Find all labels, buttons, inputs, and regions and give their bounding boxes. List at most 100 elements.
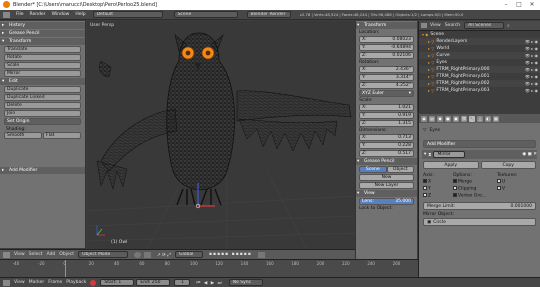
- scale-y-field[interactable]: Y: 0.919: [359, 112, 414, 119]
- transform-panel-header[interactable]: Transform: [356, 22, 417, 29]
- flat-button[interactable]: Flat: [43, 132, 81, 139]
- pivot-icon[interactable]: [143, 251, 151, 258]
- grease-object-tab[interactable]: Object: [386, 166, 414, 173]
- object-tab-icon[interactable]: ▣: [453, 115, 459, 122]
- scene-tab-icon[interactable]: ◆: [437, 115, 443, 122]
- render-engine-selector[interactable]: Blender Render: [246, 11, 291, 18]
- rotation-z-field[interactable]: Z: 4.252°: [359, 82, 414, 89]
- viewport-add-menu[interactable]: Add: [47, 252, 56, 257]
- menu-render[interactable]: Render: [30, 12, 46, 17]
- collapse-icon[interactable]: ▾: [424, 152, 426, 157]
- panel-grease-pencil[interactable]: Grease Pencil: [0, 30, 85, 37]
- world-tab-icon[interactable]: ●: [445, 115, 451, 122]
- mirror-object-field[interactable]: ▣ Circle: [423, 218, 536, 226]
- smooth-button[interactable]: Smooth: [4, 132, 42, 139]
- operator-panel[interactable]: Add Modifier: [0, 167, 85, 174]
- scene-selector[interactable]: Scene: [173, 11, 238, 18]
- render-tab-icon[interactable]: ◉: [421, 115, 427, 122]
- modifiers-tab-icon[interactable]: 🔧: [469, 115, 475, 122]
- duplicate-linked-button[interactable]: Duplicate Linked: [4, 94, 81, 101]
- dimensions-z-field[interactable]: Z: 0.517: [359, 150, 414, 157]
- copy-button[interactable]: Copy: [480, 161, 536, 169]
- dimensions-x-field[interactable]: X: 0.713: [359, 134, 414, 141]
- view-panel-header[interactable]: View: [356, 190, 417, 197]
- outliner-visibility-icons[interactable]: 👁 ▸ ◉: [520, 80, 538, 87]
- outliner-item[interactable]: ▾ ◆ Scene: [419, 31, 540, 38]
- timeline-marker-menu[interactable]: Marker: [29, 280, 45, 285]
- sync-mode-selector[interactable]: No Sync: [228, 279, 263, 286]
- close-button[interactable]: ✕: [526, 1, 538, 9]
- outliner-item[interactable]: ▸ ▽ FTRM_RightPrimary.001 👁 ▸ ◉: [419, 73, 540, 80]
- snap-icon[interactable]: [257, 251, 265, 258]
- axis-x-checkbox[interactable]: X: [423, 179, 453, 186]
- apply-button[interactable]: Apply: [423, 161, 479, 169]
- timeline-frame-menu[interactable]: Frame: [48, 280, 62, 285]
- end-frame-field[interactable]: End: 250: [136, 279, 171, 286]
- outliner-item[interactable]: ▸ ▽ FTRM_RightPrimary.003 👁 ▸ ◉: [419, 87, 540, 94]
- menu-window[interactable]: Window: [52, 12, 70, 17]
- minimize-button[interactable]: –: [500, 1, 512, 9]
- menu-help[interactable]: Help: [75, 12, 85, 17]
- scale-z-field[interactable]: Z: 1.315: [359, 120, 414, 127]
- vertex-groups-checkbox[interactable]: Vertex Gro...: [453, 193, 497, 200]
- set-origin-dropdown[interactable]: Set Origin: [4, 118, 81, 125]
- grease-scene-tab[interactable]: Scene: [359, 166, 387, 173]
- menu-file[interactable]: File: [16, 12, 24, 17]
- lens-field[interactable]: Lens: 35.000: [359, 198, 414, 205]
- axis-y-checkbox[interactable]: Y: [423, 186, 453, 193]
- timeline-editor-icon[interactable]: [3, 279, 10, 286]
- texture-tab-icon[interactable]: ▦: [493, 115, 499, 122]
- outliner-visibility-icons[interactable]: 👁 ▸ ◉: [520, 59, 538, 66]
- playback-controls-icons[interactable]: ⏮ ◀ ▶ ⏭: [196, 280, 222, 286]
- add-modifier-dropdown[interactable]: Add Modifier: [423, 140, 536, 148]
- delete-button[interactable]: Delete: [4, 102, 81, 109]
- constraints-tab-icon[interactable]: ⛓: [461, 115, 467, 122]
- location-x-field[interactable]: X: 0.08023: [359, 36, 414, 43]
- clipping-checkbox[interactable]: Clipping: [453, 186, 497, 193]
- manipulator-icons[interactable]: ↗ ⟳ ⤢: [157, 252, 171, 258]
- visibility-icons[interactable]: ◉ ▣ ✕: [522, 152, 537, 157]
- dimensions-y-field[interactable]: Y: 0.228: [359, 142, 414, 149]
- rotation-mode-dropdown[interactable]: XYZ Euler ▾: [359, 90, 414, 97]
- viewport-view-menu[interactable]: View: [14, 252, 25, 257]
- grease-new-button[interactable]: New: [359, 174, 414, 181]
- mirror-button[interactable]: Mirror: [4, 70, 81, 77]
- merge-checkbox[interactable]: Merge: [453, 179, 497, 186]
- rotate-button[interactable]: Rotate: [4, 54, 81, 61]
- panel-history[interactable]: History: [0, 22, 85, 29]
- viewport-editor-icon[interactable]: [3, 251, 10, 258]
- shading-icon[interactable]: [133, 251, 141, 258]
- outliner-visibility-icons[interactable]: 👁 ▸ ◉: [520, 52, 538, 59]
- editor-type-icon[interactable]: [3, 11, 10, 18]
- grease-pencil-panel-header[interactable]: Grease Pencil: [356, 158, 417, 165]
- merge-limit-field[interactable]: Merge Limit: 0.001000: [423, 202, 536, 210]
- modifier-name-field[interactable]: Mirror: [433, 151, 466, 158]
- timeline[interactable]: -40-200204060801001201401601802002202402…: [0, 259, 418, 278]
- outliner-item[interactable]: ▸ ▽ Curve 👁 ▸ ◉: [419, 52, 540, 59]
- material-tab-icon[interactable]: ◐: [485, 115, 491, 122]
- outliner-view-menu[interactable]: View: [430, 23, 441, 28]
- panel-edit[interactable]: Edit: [0, 78, 85, 85]
- record-icon[interactable]: [90, 279, 97, 286]
- outliner-item[interactable]: ▸ ▽ Eyes 👁 ▸ ◉: [419, 59, 540, 66]
- join-button[interactable]: Join: [4, 110, 81, 117]
- outliner-filter-dropdown[interactable]: All Scenes: [464, 22, 505, 29]
- scale-button[interactable]: Scale: [4, 62, 81, 69]
- orientation-selector[interactable]: Global: [174, 251, 203, 258]
- outliner-visibility-icons[interactable]: 👁 ▸ ◉: [520, 38, 538, 45]
- start-frame-field[interactable]: Start: 1: [100, 279, 135, 286]
- outliner-visibility-icons[interactable]: 👁 ▸ ◉: [520, 87, 538, 94]
- new-layer-button[interactable]: New Layer: [359, 182, 414, 189]
- timeline-view-menu[interactable]: View: [14, 280, 25, 285]
- rotation-y-field[interactable]: Y: 3.314°: [359, 74, 414, 81]
- viewport-select-menu[interactable]: Select: [29, 252, 43, 257]
- outliner-editor-icon[interactable]: [421, 23, 427, 28]
- timeline-playback-menu[interactable]: Playback: [66, 280, 86, 285]
- texture-v-checkbox[interactable]: V: [497, 186, 505, 193]
- outliner-item[interactable]: ▸ ▽ FTRM_RightPrimary.000 👁 ▸ ◉: [419, 66, 540, 73]
- mode-selector[interactable]: Object Mode: [77, 251, 128, 258]
- location-z-field[interactable]: Z: 0.02106: [359, 52, 414, 59]
- data-tab-icon[interactable]: △: [477, 115, 483, 122]
- maximize-button[interactable]: □: [513, 1, 525, 9]
- viewport-object-menu[interactable]: Object: [59, 252, 74, 257]
